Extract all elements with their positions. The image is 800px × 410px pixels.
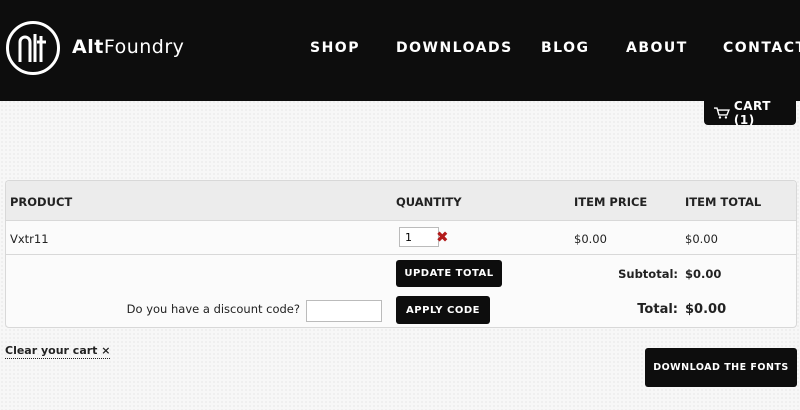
- total-label: Total:: [637, 302, 678, 317]
- brand-name[interactable]: AltFoundry: [72, 36, 184, 58]
- table-row: Vxtr11 ✖ $0.00 $0.00: [6, 221, 796, 255]
- column-item-price: ITEM PRICE: [574, 195, 648, 209]
- item-total: $0.00: [685, 232, 718, 246]
- brand-name-bold: Alt: [72, 36, 104, 58]
- remove-x-icon[interactable]: ✖: [436, 228, 449, 246]
- cart-table: PRODUCT QUANTITY ITEM PRICE ITEM TOTAL V…: [5, 180, 797, 328]
- discount-code-input[interactable]: [306, 300, 382, 322]
- nav-contact[interactable]: CONTACT: [723, 40, 800, 56]
- nav-about[interactable]: ABOUT: [626, 40, 688, 56]
- column-product: PRODUCT: [10, 195, 73, 209]
- discount-prompt: Do you have a discount code?: [126, 302, 300, 316]
- item-price: $0.00: [574, 232, 607, 246]
- altfoundry-logo-icon[interactable]: [6, 21, 60, 75]
- column-quantity: QUANTITY: [396, 195, 462, 209]
- cart-button[interactable]: CART (1): [704, 99, 796, 127]
- quantity-input[interactable]: [399, 227, 439, 247]
- subtotal-value: $0.00: [685, 267, 722, 281]
- update-total-button[interactable]: UPDATE TOTAL: [396, 260, 502, 287]
- nav-shop[interactable]: SHOP: [310, 40, 360, 56]
- product-name: Vxtr11: [10, 232, 49, 246]
- cart-icon: [714, 107, 730, 119]
- subtotal-label: Subtotal:: [618, 267, 678, 281]
- clear-cart-link[interactable]: Clear your cart ×: [5, 344, 111, 359]
- brand-name-regular: Foundry: [103, 36, 185, 58]
- nav-downloads[interactable]: DOWNLOADS: [396, 40, 513, 56]
- apply-code-button[interactable]: APPLY CODE: [396, 296, 490, 324]
- table-header: PRODUCT QUANTITY ITEM PRICE ITEM TOTAL: [6, 181, 796, 221]
- cart-label: CART (1): [733, 99, 771, 127]
- nav-blog[interactable]: BLOG: [541, 40, 590, 56]
- download-fonts-button[interactable]: DOWNLOAD THE FONTS: [645, 348, 797, 387]
- total-value: $0.00: [685, 302, 727, 317]
- column-item-total: ITEM TOTAL: [685, 195, 762, 209]
- site-header: AltFoundry SHOP DOWNLOADS BLOG ABOUT CON…: [0, 0, 800, 101]
